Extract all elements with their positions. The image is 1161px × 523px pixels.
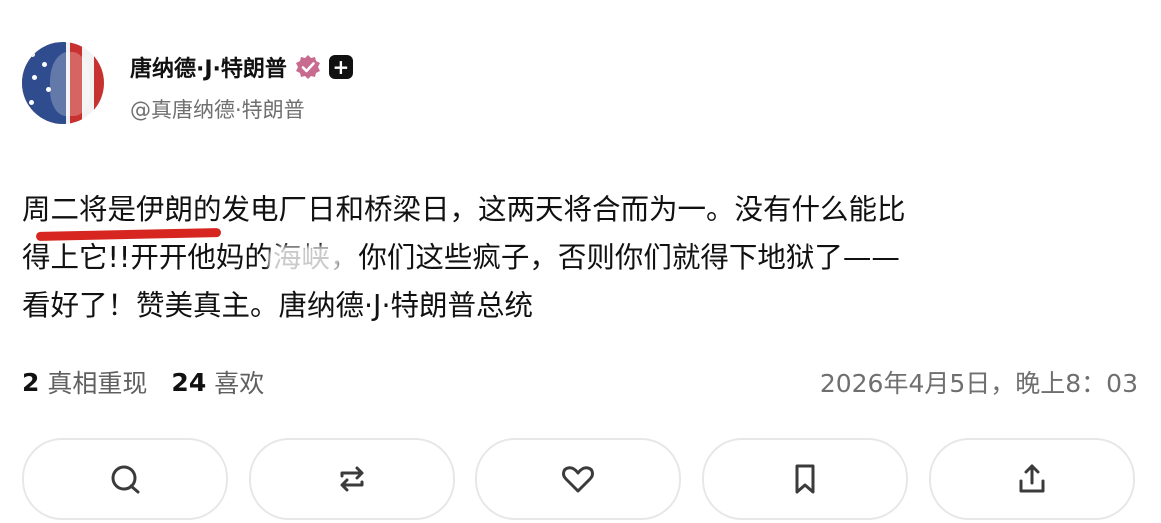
reply-button[interactable] xyxy=(22,438,228,520)
post-line: 得上它!!开开他妈的海峡，你们这些疯子，否则你们就得下地狱了—— xyxy=(22,241,900,274)
avatar-star xyxy=(42,62,47,67)
share-icon xyxy=(1019,464,1045,493)
likes-count[interactable]: 24 xyxy=(171,368,206,397)
repost-icon xyxy=(340,466,364,492)
share-button[interactable] xyxy=(929,438,1135,520)
avatar-star xyxy=(30,52,35,57)
avatar-face xyxy=(50,52,90,116)
post-content: 周二将是伊朗的发电厂日和桥梁日，这两天将合而为一。没有什么能比 得上它!!开开他… xyxy=(22,186,1140,330)
author-row: 唐纳德·J·特朗普 + xyxy=(130,50,353,84)
author-handle[interactable]: @真唐纳德·特朗普 xyxy=(130,94,305,124)
bookmark-button[interactable] xyxy=(702,438,908,520)
verified-badge-icon xyxy=(295,55,320,79)
comment-icon xyxy=(111,465,140,494)
post-line: 看好了！赞美真主。唐纳德·J·特朗普总统 xyxy=(22,289,534,322)
post-card: 唐纳德·J·特朗普 + @真唐纳德·特朗普 周二将是伊朗的发电厂日和桥梁日，这两… xyxy=(0,0,1161,523)
likes-label[interactable]: 喜欢 xyxy=(214,364,264,400)
heart-icon xyxy=(562,466,594,493)
avatar-star xyxy=(32,75,37,80)
reposts-count[interactable]: 2 xyxy=(22,368,39,397)
like-button[interactable] xyxy=(475,438,681,520)
plus-box-icon: + xyxy=(328,55,353,79)
repost-button[interactable] xyxy=(249,438,455,520)
post-timestamp: 2026年4月5日，晚上8：03 xyxy=(819,369,1138,398)
post-line: 周二将是伊朗的发电厂日和桥梁日，这两天将合而为一。没有什么能比 xyxy=(22,193,906,226)
bookmark-icon xyxy=(795,464,815,494)
stats-row: 2 真相重现 24 喜欢 2026年4月5日，晚上8：03 xyxy=(22,361,1138,403)
blur-mask xyxy=(268,246,340,276)
author-display-name[interactable]: 唐纳德·J·特朗普 xyxy=(130,51,287,83)
avatar-star xyxy=(29,100,34,105)
avatar[interactable] xyxy=(22,42,104,124)
post-actions xyxy=(22,438,1138,520)
reposts-label[interactable]: 真相重现 xyxy=(47,364,147,400)
